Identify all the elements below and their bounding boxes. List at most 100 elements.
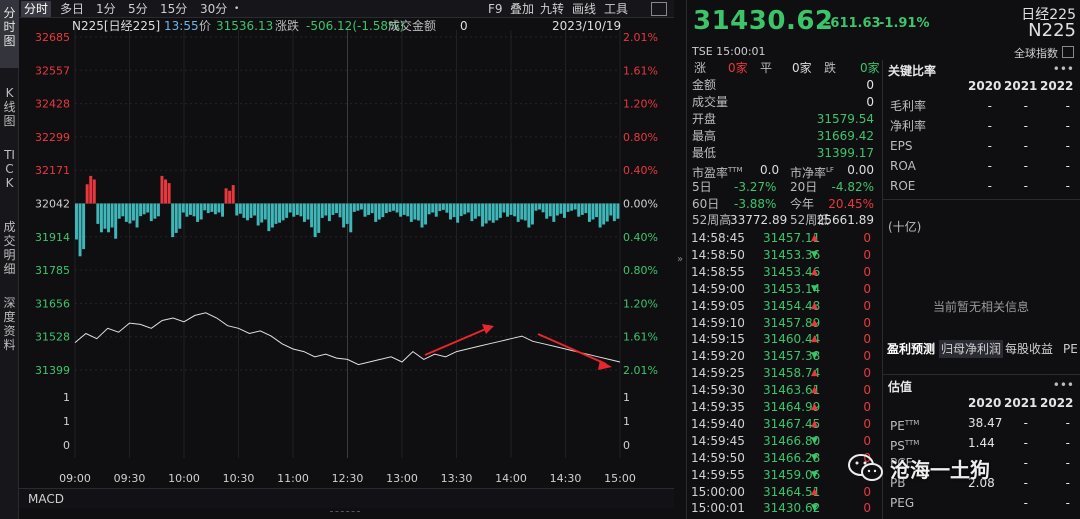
valuation-row: PEG - -	[888, 493, 1076, 513]
pe-label-text: 市盈率	[692, 166, 729, 180]
ratio-value: -	[1023, 99, 1028, 113]
expand-icon[interactable]	[1062, 46, 1074, 58]
change-bar	[452, 203, 456, 218]
x-axis-label: 13:00	[386, 472, 418, 485]
change-bar	[82, 203, 86, 250]
tick-volume: 0	[863, 264, 871, 279]
change-bar	[238, 203, 242, 214]
forecast-empty-text: 当前暂无相关信息	[933, 300, 1030, 314]
tick-volume: 0	[863, 383, 871, 398]
change-bar	[114, 203, 118, 239]
year-header: 2022	[1040, 396, 1074, 410]
forecast-tab-bar: 盈利预测 归母净利润 每股收益 PE	[883, 199, 1080, 358]
change-bar	[384, 203, 388, 214]
collapse-panel-icon[interactable]: »	[677, 254, 683, 265]
change-bar	[523, 203, 527, 221]
tick-volume: 0	[863, 281, 871, 296]
tab-earnings-forecast[interactable]: 盈利预测	[885, 340, 937, 358]
change-bar	[310, 203, 314, 228]
tick-volume: 0	[863, 484, 871, 499]
falling-arrow-head	[598, 360, 612, 370]
ratio-value: -	[987, 179, 992, 193]
ratio-row: ROE - - -	[888, 176, 1076, 196]
change-bar	[185, 203, 189, 217]
change-bar	[359, 203, 363, 210]
tick-time: 14:59:00	[691, 281, 745, 296]
ratio-row: EPS - - -	[888, 136, 1076, 156]
perf-value: -3.27%	[734, 180, 777, 194]
ratios-more-icon[interactable]: •••	[1053, 62, 1074, 76]
change-bar	[96, 203, 100, 224]
change-bar	[199, 203, 203, 220]
indicator-bar[interactable]: MACD	[19, 488, 674, 508]
tab-eps[interactable]: 每股收益	[1003, 340, 1055, 358]
change-bar	[466, 203, 470, 213]
change-bar	[541, 203, 545, 213]
right-axis-label: 0.80%	[623, 264, 658, 277]
quote-value: 31669.42	[816, 129, 874, 143]
ratio-value: -	[1065, 159, 1070, 173]
tab-net-profit[interactable]: 归母净利润	[939, 340, 1004, 358]
pb-value: 0.00	[847, 163, 874, 177]
change-bar	[288, 203, 292, 213]
quote-label: 开盘	[692, 112, 717, 126]
ratios-header: 2020 2021 2022	[888, 76, 1076, 96]
tick-volume: 0	[863, 400, 871, 414]
change-bar	[171, 203, 175, 238]
tick-time: 14:58:50	[691, 247, 745, 262]
arrow-up-icon: ▲	[811, 418, 818, 429]
tab-pe[interactable]: PE	[1061, 340, 1080, 358]
change-bar	[395, 203, 399, 213]
change-bar	[192, 203, 196, 217]
left-axis-label: 31785	[35, 264, 70, 277]
change-bar	[324, 203, 328, 216]
change-bar	[402, 203, 406, 215]
change-bar	[267, 203, 271, 232]
change-bar	[345, 203, 349, 224]
tick-row: 14:59:45 31466.80 ▼ 0	[691, 433, 877, 449]
global-index-link[interactable]: 全球指数	[1014, 45, 1058, 61]
change-bar	[538, 203, 542, 210]
flat-label: 平	[760, 61, 773, 75]
perf-label: 60日	[692, 197, 720, 211]
change-bar	[413, 203, 417, 220]
down-count: 0家	[860, 61, 880, 75]
quote-label: 成交量	[692, 95, 729, 109]
ratio-label: 净利率	[890, 119, 927, 133]
left-axis-label: 31656	[35, 297, 70, 310]
right-axis-label: 0.40%	[623, 231, 658, 244]
valuation-more-icon[interactable]: •••	[1053, 378, 1074, 392]
change-bar	[135, 203, 139, 228]
ratio-row: 毛利率 - - -	[888, 96, 1076, 116]
left-axis-label: 32428	[35, 98, 70, 111]
valuation-value: -	[1023, 416, 1028, 430]
change-bar	[349, 203, 353, 233]
perf-value: -3.88%	[734, 197, 777, 211]
change-bar	[449, 203, 452, 220]
tick-time: 14:59:20	[691, 349, 745, 364]
intraday-chart[interactable]: 32685 32557 32428 32299 32171 32042 31914 31785…	[0, 0, 686, 519]
change-bar	[146, 203, 150, 213]
change-bar	[260, 203, 264, 223]
right-axis-label: 1.20%	[623, 297, 658, 310]
tick-volume: 0	[863, 247, 871, 262]
tick-row: 14:59:35 31464.99 ▲ 0	[691, 399, 877, 415]
change-bar	[427, 203, 431, 215]
tick-time: 14:59:55	[691, 467, 745, 482]
tick-time: 15:00:01	[691, 501, 745, 516]
valuation-label-sup: TTM	[904, 419, 920, 427]
resize-handle[interactable]	[330, 511, 360, 516]
tick-time: 14:59:10	[691, 315, 745, 330]
ratio-value: -	[1023, 159, 1028, 173]
quote-row: 金额 0	[692, 77, 880, 94]
change-bar	[495, 203, 499, 221]
arrow-up-icon: ▲	[811, 402, 818, 412]
change-bar	[217, 203, 221, 213]
ratio-value: -	[1065, 119, 1070, 133]
valuation-value: 38.47	[968, 416, 1003, 430]
index-header: 日经225 N225 全球指数	[884, 0, 1080, 60]
change-bar	[117, 203, 121, 219]
macd-label[interactable]: MACD	[28, 492, 64, 506]
change-bar	[281, 203, 285, 221]
change-bar	[534, 203, 538, 211]
